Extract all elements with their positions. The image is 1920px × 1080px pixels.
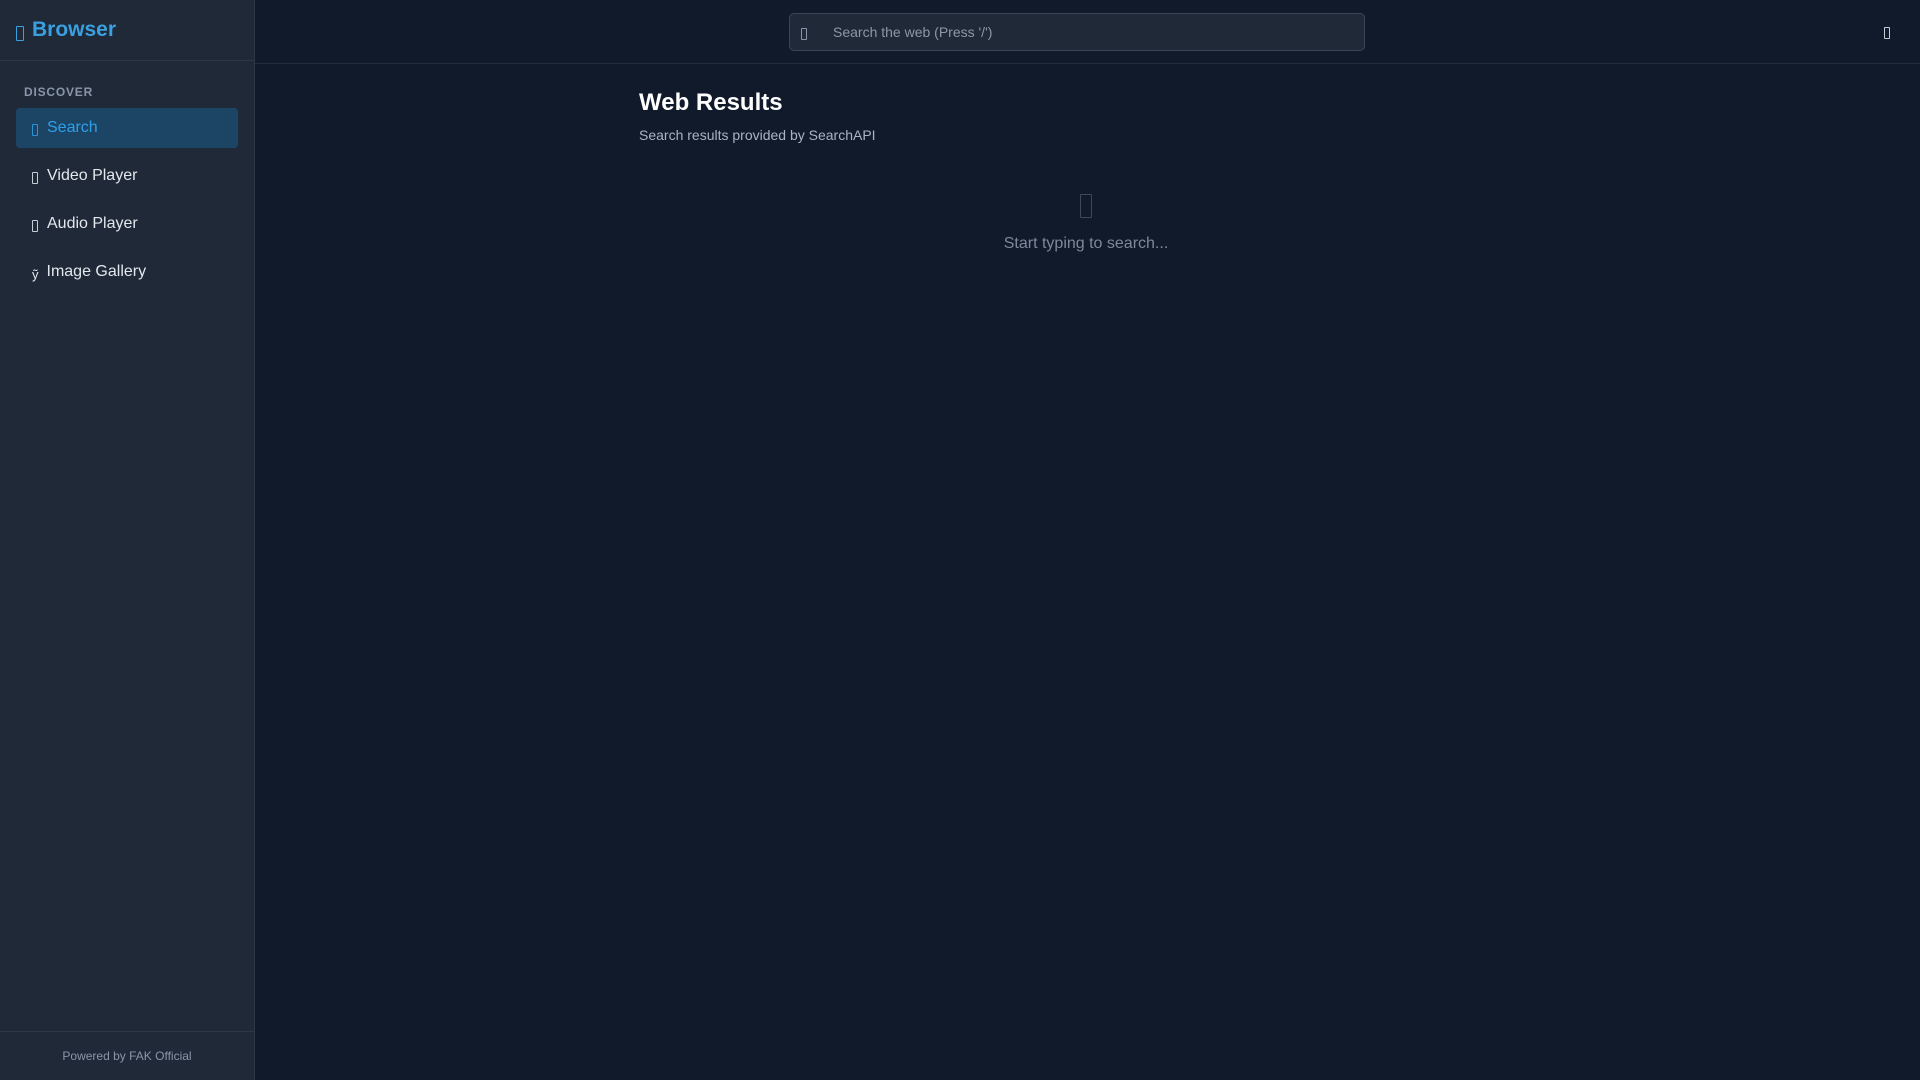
search-box[interactable] xyxy=(789,13,1365,51)
brand-title: Browser xyxy=(32,18,117,41)
main-area: Web Results Search results provided by S… xyxy=(255,0,1920,1080)
sidebar-footer: Powered by FAK Official xyxy=(0,1031,254,1080)
empty-state: Start typing to search... xyxy=(639,194,1533,253)
settings-icon[interactable] xyxy=(1884,27,1890,39)
top-bar xyxy=(255,0,1920,64)
image-icon: ỹ xyxy=(32,266,39,282)
sidebar-item-label: Video Player xyxy=(47,167,138,184)
sidebar-nav: Search Video Player Audio Player ỹ Image… xyxy=(0,108,254,292)
sidebar-item-audio-player[interactable]: Audio Player xyxy=(16,204,238,244)
video-icon xyxy=(32,172,38,184)
sidebar-item-video-player[interactable]: Video Player xyxy=(16,156,238,196)
empty-message: Start typing to search... xyxy=(1003,235,1169,252)
section-label-discover: DISCOVER xyxy=(24,85,94,99)
search-icon xyxy=(32,124,38,136)
sidebar-item-label: Audio Player xyxy=(47,215,138,232)
search-placeholder-icon xyxy=(1080,194,1092,218)
results-content: Web Results Search results provided by S… xyxy=(639,64,1759,252)
app-window: Browser DISCOVER Search Video Player Aud… xyxy=(0,0,1920,1080)
sidebar: Browser DISCOVER Search Video Player Aud… xyxy=(0,0,255,1080)
brand[interactable]: Browser xyxy=(0,0,254,61)
audio-icon xyxy=(32,220,38,232)
sidebar-item-label: Image Gallery xyxy=(46,263,147,280)
page-subtitle: Search results provided by SearchAPI xyxy=(639,127,876,143)
page-title: Web Results xyxy=(639,89,783,116)
search-icon xyxy=(801,28,807,40)
sidebar-item-search[interactable]: Search xyxy=(16,108,238,148)
sidebar-item-label: Search xyxy=(47,119,98,136)
sidebar-item-image-gallery[interactable]: ỹ Image Gallery xyxy=(16,252,238,292)
browser-icon xyxy=(16,25,24,41)
search-input[interactable] xyxy=(831,23,1335,41)
